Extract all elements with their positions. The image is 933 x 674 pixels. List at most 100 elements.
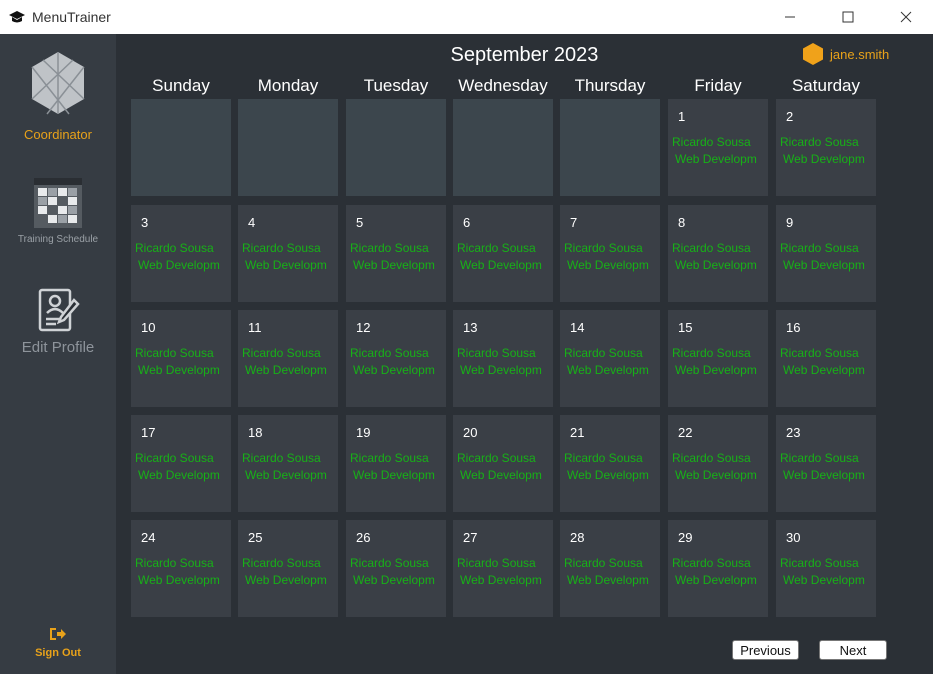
calendar-day-cell[interactable]: 7 Ricardo Sousa Web Developm [560, 205, 660, 302]
day-number: 3 [141, 215, 149, 230]
calendar-day-cell[interactable]: 12 Ricardo Sousa Web Developm [346, 310, 446, 407]
training-event[interactable]: Ricardo Sousa Web Developm [780, 240, 876, 274]
calendar-day-cell[interactable]: 16 Ricardo Sousa Web Developm [776, 310, 876, 407]
training-event[interactable]: Ricardo Sousa Web Developm [135, 345, 231, 379]
training-event[interactable]: Ricardo Sousa Web Developm [564, 345, 660, 379]
event-trainer: Ricardo Sousa [457, 556, 536, 570]
training-event[interactable]: Ricardo Sousa Web Developm [672, 555, 768, 589]
training-event[interactable]: Ricardo Sousa Web Developm [564, 555, 660, 589]
calendar-day-cell[interactable]: 18 Ricardo Sousa Web Developm [238, 415, 338, 512]
event-course: Web Developm [353, 258, 435, 272]
training-event[interactable]: Ricardo Sousa Web Developm [242, 240, 338, 274]
calendar-day-cell[interactable]: 21 Ricardo Sousa Web Developm [560, 415, 660, 512]
training-event[interactable]: Ricardo Sousa Web Developm [780, 345, 876, 379]
event-trainer: Ricardo Sousa [350, 241, 429, 255]
close-icon [900, 11, 912, 23]
training-event[interactable]: Ricardo Sousa Web Developm [780, 450, 876, 484]
event-course: Web Developm [460, 468, 542, 482]
training-event[interactable]: Ricardo Sousa Web Developm [457, 450, 553, 484]
calendar-day-cell[interactable]: 4 Ricardo Sousa Web Developm [238, 205, 338, 302]
maximize-button[interactable] [825, 0, 871, 34]
training-event[interactable]: Ricardo Sousa Web Developm [780, 555, 876, 589]
calendar-day-cell[interactable]: 11 Ricardo Sousa Web Developm [238, 310, 338, 407]
previous-button[interactable]: Previous [732, 640, 799, 660]
day-number: 24 [141, 530, 156, 545]
calendar-day-cell[interactable]: 27 Ricardo Sousa Web Developm [453, 520, 553, 617]
training-event[interactable]: Ricardo Sousa Web Developm [242, 345, 338, 379]
calendar-day-cell[interactable]: 30 Ricardo Sousa Web Developm [776, 520, 876, 617]
calendar-day-cell[interactable]: 25 Ricardo Sousa Web Developm [238, 520, 338, 617]
weekday-label: Saturday [791, 76, 861, 95]
next-button[interactable]: Next [819, 640, 887, 660]
calendar-day-cell[interactable]: 20 Ricardo Sousa Web Developm [453, 415, 553, 512]
training-event[interactable]: Ricardo Sousa Web Developm [564, 450, 660, 484]
training-event[interactable]: Ricardo Sousa Web Developm [564, 240, 660, 274]
event-course: Web Developm [138, 363, 220, 377]
training-event[interactable]: Ricardo Sousa Web Developm [457, 345, 553, 379]
calendar-day-cell[interactable]: 14 Ricardo Sousa Web Developm [560, 310, 660, 407]
calendar-day-cell[interactable]: 6 Ricardo Sousa Web Developm [453, 205, 553, 302]
calendar-day-cell[interactable]: 22 Ricardo Sousa Web Developm [668, 415, 768, 512]
event-trainer: Ricardo Sousa [780, 241, 859, 255]
calendar-day-cell[interactable]: 28 Ricardo Sousa Web Developm [560, 520, 660, 617]
training-event[interactable]: Ricardo Sousa Web Developm [350, 240, 446, 274]
training-event[interactable]: Ricardo Sousa Web Developm [350, 450, 446, 484]
calendar-day-cell[interactable]: 1 Ricardo Sousa Web Developm [668, 99, 768, 196]
calendar-day-cell[interactable]: 3 Ricardo Sousa Web Developm [131, 205, 231, 302]
user-info: jane.smith [802, 42, 889, 66]
training-event[interactable]: Ricardo Sousa Web Developm [135, 450, 231, 484]
day-number: 1 [678, 109, 686, 124]
calendar-day-cell[interactable]: 26 Ricardo Sousa Web Developm [346, 520, 446, 617]
training-event[interactable]: Ricardo Sousa Web Developm [780, 134, 876, 168]
day-number: 14 [570, 320, 585, 335]
calendar-day-cell[interactable]: 24 Ricardo Sousa Web Developm [131, 520, 231, 617]
training-event[interactable]: Ricardo Sousa Web Developm [242, 555, 338, 589]
calendar-day-cell[interactable]: 23 Ricardo Sousa Web Developm [776, 415, 876, 512]
sidebar-item-edit-profile[interactable]: Edit Profile [0, 286, 116, 356]
minimize-button[interactable] [767, 0, 813, 34]
training-event[interactable]: Ricardo Sousa Web Developm [350, 555, 446, 589]
sign-out-icon [50, 628, 66, 640]
day-number: 13 [463, 320, 478, 335]
event-course: Web Developm [567, 258, 649, 272]
day-number: 30 [786, 530, 801, 545]
training-event[interactable]: Ricardo Sousa Web Developm [135, 240, 231, 274]
event-course: Web Developm [783, 573, 865, 587]
training-event[interactable]: Ricardo Sousa Web Developm [350, 345, 446, 379]
sidebar: Coordinator Training Schedule Edit Profi… [0, 34, 116, 674]
training-event[interactable]: Ricardo Sousa Web Developm [672, 134, 768, 168]
sign-out-button[interactable]: Sign Out [0, 626, 116, 659]
calendar-day-cell[interactable]: 17 Ricardo Sousa Web Developm [131, 415, 231, 512]
sidebar-item-training-schedule[interactable]: Training Schedule [0, 177, 116, 245]
training-event[interactable]: Ricardo Sousa Web Developm [672, 345, 768, 379]
calendar-day-cell[interactable]: 29 Ricardo Sousa Web Developm [668, 520, 768, 617]
training-event[interactable]: Ricardo Sousa Web Developm [135, 555, 231, 589]
training-event[interactable]: Ricardo Sousa Web Developm [242, 450, 338, 484]
calendar-day-cell[interactable]: 2 Ricardo Sousa Web Developm [776, 99, 876, 196]
event-trainer: Ricardo Sousa [780, 556, 859, 570]
calendar-day-cell[interactable]: 19 Ricardo Sousa Web Developm [346, 415, 446, 512]
username: jane.smith [830, 46, 890, 62]
training-event[interactable]: Ricardo Sousa Web Developm [672, 450, 768, 484]
profile-edit-icon [38, 288, 80, 332]
day-number: 2 [786, 109, 794, 124]
day-number: 19 [356, 425, 371, 440]
calendar-day-cell[interactable]: 10 Ricardo Sousa Web Developm [131, 310, 231, 407]
calendar-day-cell[interactable]: 5 Ricardo Sousa Web Developm [346, 205, 446, 302]
training-event[interactable]: Ricardo Sousa Web Developm [457, 240, 553, 274]
close-button[interactable] [883, 0, 929, 34]
calendar-day-cell[interactable]: 9 Ricardo Sousa Web Developm [776, 205, 876, 302]
event-trainer: Ricardo Sousa [457, 451, 536, 465]
calendar-day-cell[interactable]: 8 Ricardo Sousa Web Developm [668, 205, 768, 302]
weekday-label: Friday [694, 76, 742, 95]
day-number: 7 [570, 215, 578, 230]
calendar-cell-empty [238, 99, 338, 196]
role-badge: Coordinator [0, 50, 116, 142]
training-event[interactable]: Ricardo Sousa Web Developm [672, 240, 768, 274]
event-course: Web Developm [353, 468, 435, 482]
day-number: 4 [248, 215, 256, 230]
calendar-day-cell[interactable]: 13 Ricardo Sousa Web Developm [453, 310, 553, 407]
calendar-day-cell[interactable]: 15 Ricardo Sousa Web Developm [668, 310, 768, 407]
event-trainer: Ricardo Sousa [135, 451, 214, 465]
training-event[interactable]: Ricardo Sousa Web Developm [457, 555, 553, 589]
